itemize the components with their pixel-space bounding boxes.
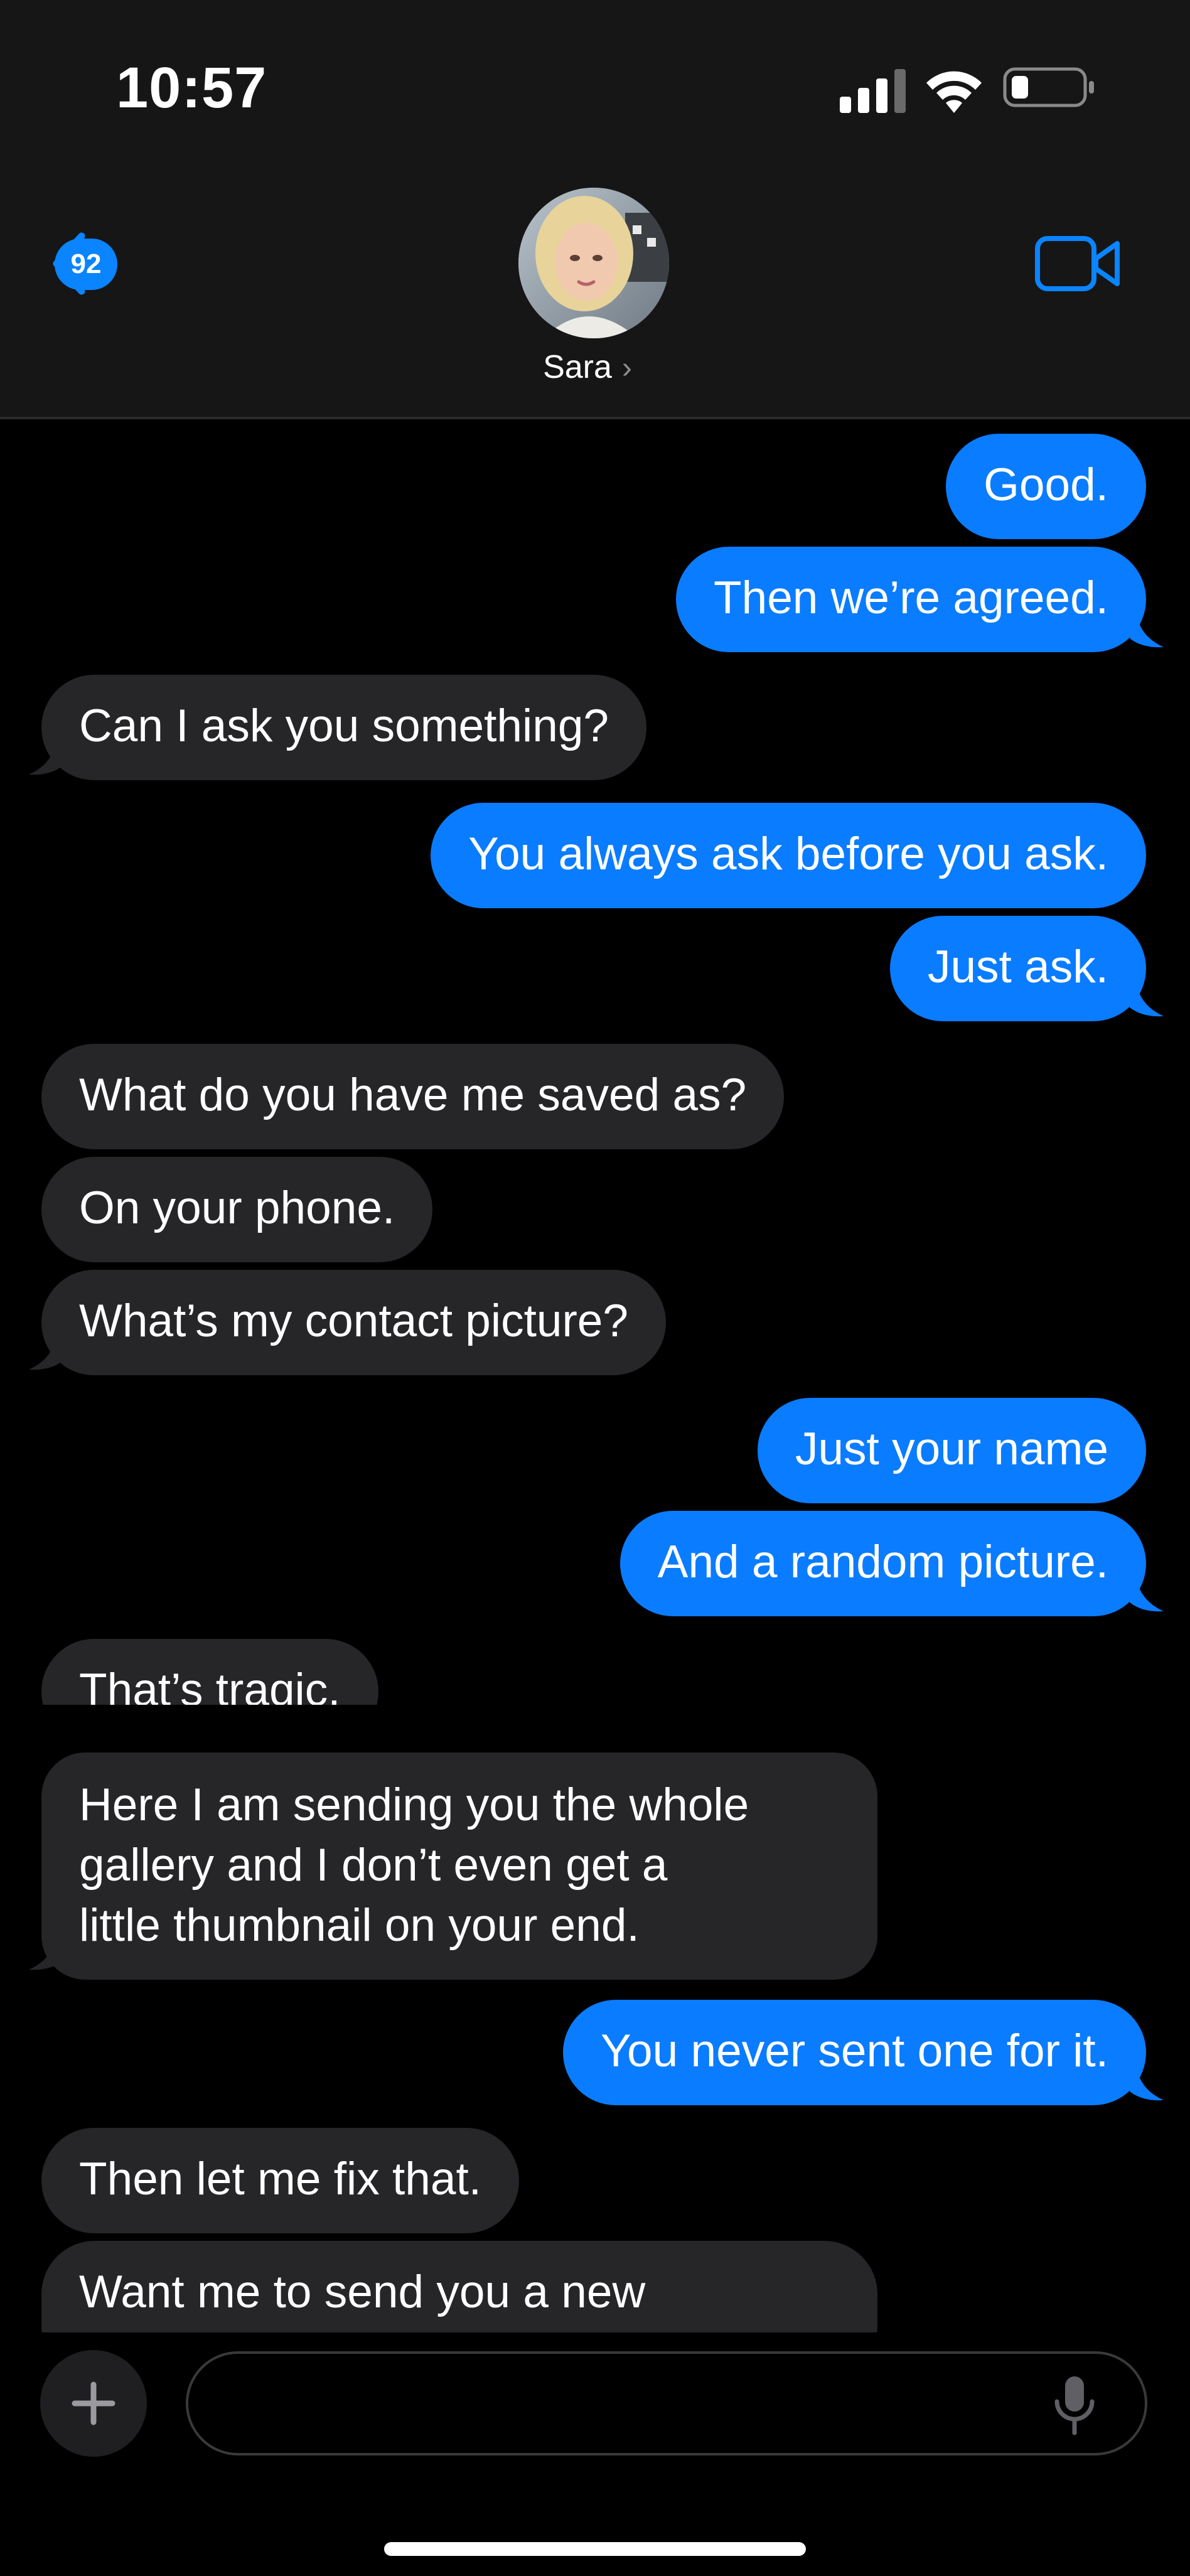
message-bubble-outgoing[interactable]: You always ask before you ask. (431, 803, 1146, 908)
message-bubble-incoming[interactable]: Can I ask you something? (41, 675, 647, 780)
cellular-signal-icon (840, 69, 906, 113)
message-bubble-outgoing[interactable]: Good. (946, 434, 1146, 539)
message-bubble-outgoing[interactable]: Just ask. (889, 916, 1146, 1021)
message-thread-lower[interactable]: Here I am sending you the whole gallery … (0, 1705, 1190, 2332)
message-bubble-outgoing[interactable]: Then we’re agreed. (676, 547, 1146, 652)
contact-name-row[interactable]: Sara › (0, 348, 1190, 386)
message-bubble-incoming[interactable]: What do you have me saved as? (41, 1044, 785, 1149)
facetime-video-button[interactable] (1034, 232, 1122, 295)
bubble-tail (29, 738, 63, 775)
bubble-tail (1130, 980, 1164, 1017)
bubble-tail (1130, 1575, 1164, 1612)
message-bubble-outgoing[interactable]: You never sent one for it. (563, 2000, 1146, 2105)
contact-avatar[interactable] (518, 188, 669, 338)
message-composer (0, 2332, 1190, 2576)
microphone-icon[interactable] (1049, 2374, 1100, 2437)
bubble-tail (29, 1933, 63, 1970)
video-camera-icon (1035, 236, 1120, 291)
message-bubble-incoming[interactable]: On your phone. (41, 1157, 433, 1262)
status-time: 10:57 (116, 56, 267, 120)
message-bubble-incoming[interactable]: Here I am sending you the whole gallery … (41, 1752, 877, 1980)
message-bubble-incoming[interactable]: Then let me fix that. (41, 2128, 520, 2233)
unread-count-badge[interactable]: 92 (55, 239, 117, 290)
bubble-tail (1130, 611, 1164, 648)
status-bar: 10:57 (0, 0, 1190, 157)
bubble-tail (29, 1333, 63, 1370)
home-indicator[interactable] (384, 2542, 806, 2556)
contact-photo (518, 188, 669, 338)
wifi-icon (926, 71, 982, 113)
chevron-right-icon: › (621, 352, 632, 385)
battery-icon (1003, 67, 1094, 107)
message-thread[interactable]: Good. Then we’re agreed. Can I ask you s… (0, 419, 1190, 1705)
message-bubble-incoming[interactable]: Want me to send you a new (41, 2241, 877, 2332)
message-bubble-outgoing[interactable]: Just your name (757, 1398, 1146, 1503)
plus-icon (72, 2381, 115, 2425)
message-bubble-incoming[interactable]: What’s my contact picture? (41, 1270, 667, 1375)
message-input[interactable] (186, 2351, 1147, 2455)
bubble-tail (1130, 2064, 1164, 2101)
contact-name: Sara (543, 349, 612, 385)
conversation-header: 92 Sara › (0, 157, 1190, 419)
add-attachment-button[interactable] (40, 2350, 147, 2457)
message-bubble-incoming[interactable]: That’s tragic. (41, 1639, 378, 1705)
message-bubble-outgoing[interactable]: And a random picture. (619, 1511, 1146, 1616)
